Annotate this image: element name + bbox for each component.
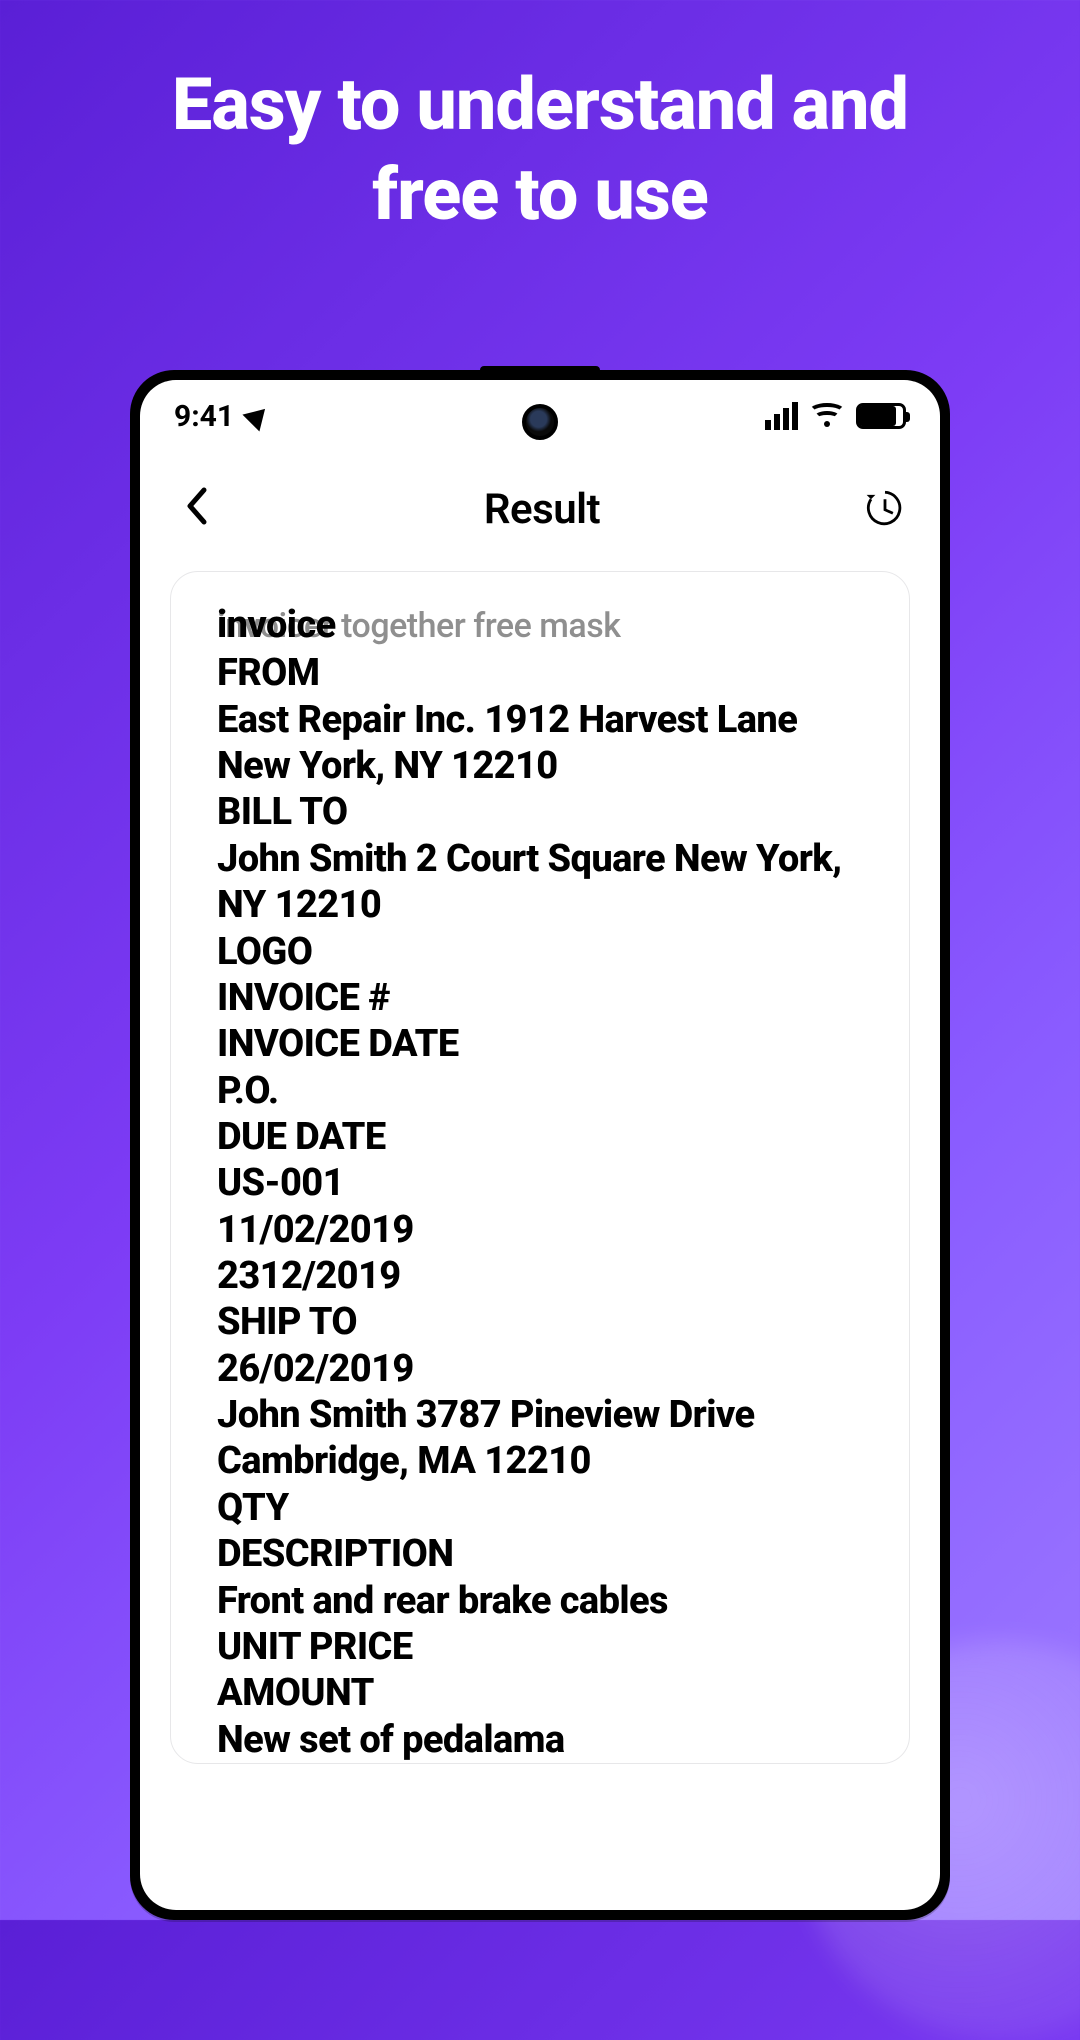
wifi-icon [812, 401, 842, 431]
result-line: US-001 [217, 1160, 863, 1206]
page-title: Result [484, 485, 600, 534]
result-line: DUE DATE [217, 1114, 863, 1160]
history-button[interactable] [864, 487, 906, 533]
result-line: QTY [217, 1485, 863, 1531]
result-line: invoice [217, 602, 863, 648]
phone-frame: 9:41 Result [130, 370, 950, 1920]
result-line: INVOICE # [217, 975, 863, 1021]
result-line: P.O. [217, 1068, 863, 1114]
battery-icon [856, 403, 906, 429]
result-line: LOGO [217, 929, 863, 975]
result-line: New York, NY 12210 [217, 743, 863, 789]
result-line: SHIP TO [217, 1299, 863, 1345]
result-line: 2312/2019 [217, 1253, 863, 1299]
phone-screen: 9:41 Result [140, 380, 940, 1910]
result-line: 11/02/2019 [217, 1207, 863, 1253]
result-line: Cambridge, MA 12210 [217, 1438, 863, 1484]
result-line: 26/02/2019 [217, 1346, 863, 1392]
result-line: New set of pedalama [217, 1717, 863, 1763]
cellular-icon [765, 402, 798, 430]
result-line: East Repair Inc. 1912 Harvest Lane [217, 697, 863, 743]
result-card: invoicer together free mask invoice FROM… [170, 571, 910, 1764]
result-line: DESCRIPTION [217, 1531, 863, 1577]
app-bar: Result [140, 452, 940, 549]
result-line: BILL TO [217, 789, 863, 835]
result-line: UNIT PRICE [217, 1624, 863, 1670]
headline-line-1: Easy to understand and [0, 60, 1080, 150]
status-right [765, 401, 906, 431]
headline-line-2: free to use [0, 150, 1080, 240]
result-line: INVOICE DATE [217, 1021, 863, 1067]
result-line: NY 12210 [217, 882, 863, 928]
chevron-left-icon [184, 486, 210, 526]
result-line: FROM [217, 650, 863, 696]
location-icon [243, 400, 274, 431]
status-left: 9:41 [174, 399, 270, 434]
status-time: 9:41 [174, 399, 234, 434]
result-line: AMOUNT [217, 1670, 863, 1716]
result-line: Front and rear brake cables [217, 1578, 863, 1624]
back-button[interactable] [174, 480, 220, 539]
result-line: John Smith 2 Court Square New York, [217, 836, 863, 882]
result-first-line-wrap: invoicer together free mask invoice [217, 602, 863, 648]
promo-headline: Easy to understand and free to use [0, 0, 1080, 240]
camera-punchhole [522, 404, 558, 440]
history-icon [864, 487, 906, 529]
result-line: John Smith 3787 Pineview Drive [217, 1392, 863, 1438]
